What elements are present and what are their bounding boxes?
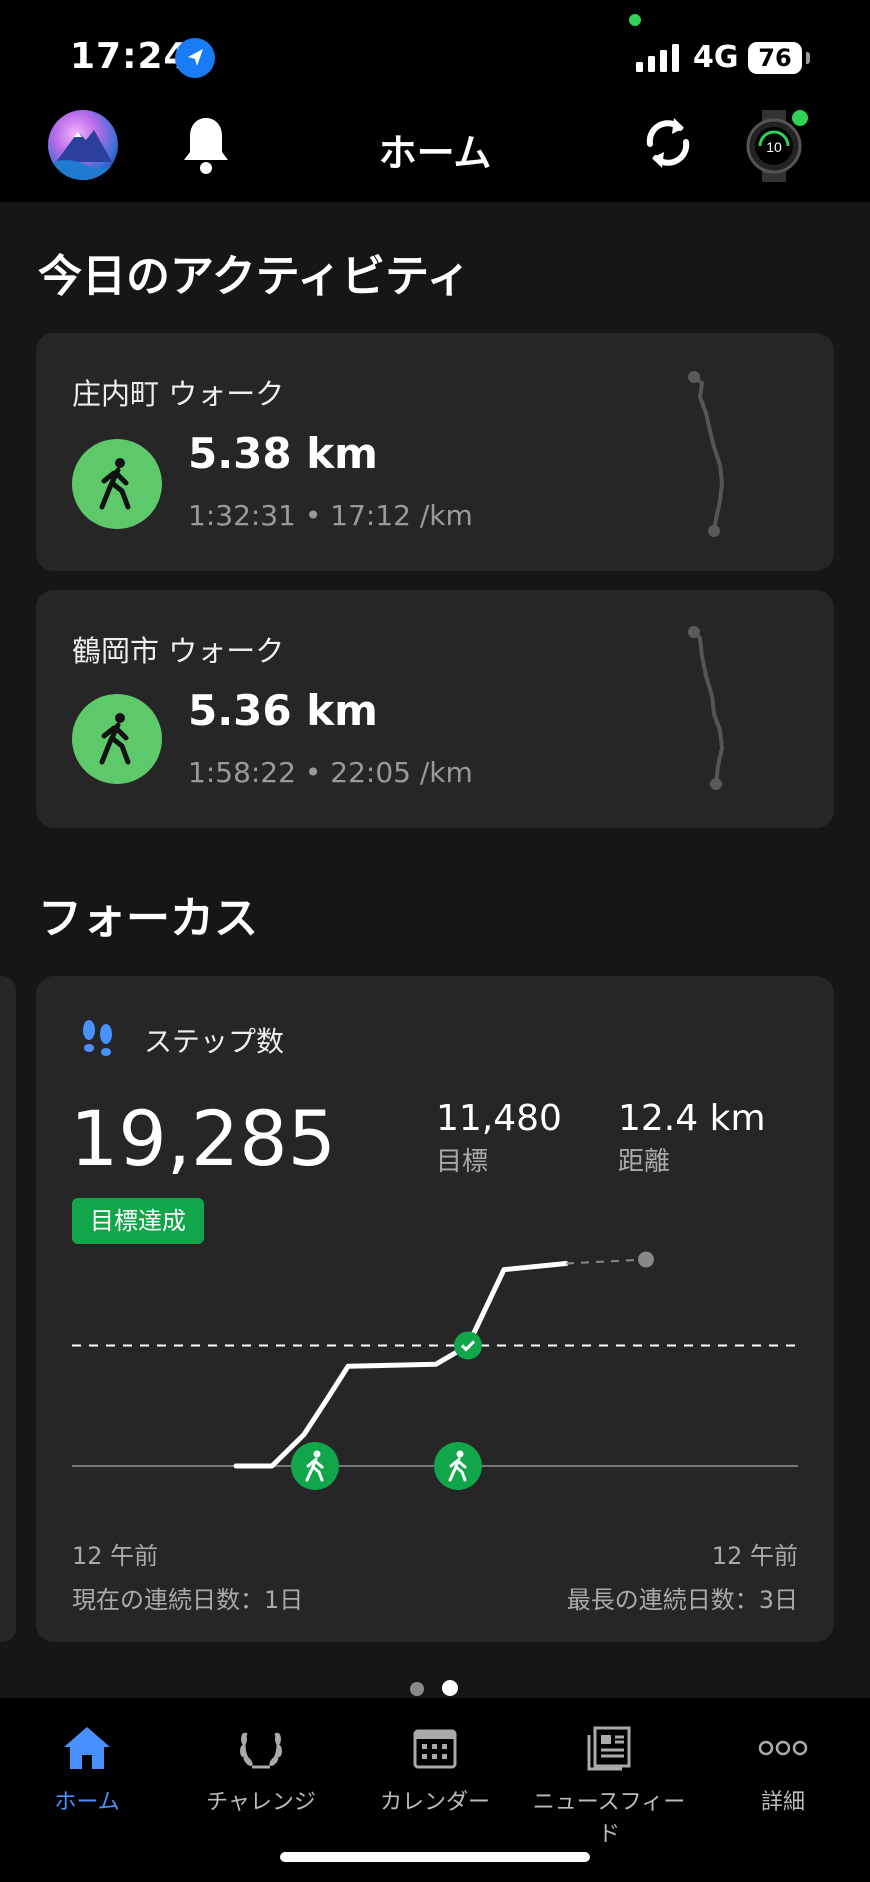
section-title-focus: フォーカス (38, 893, 258, 944)
watch-connected-indicator (792, 110, 808, 126)
tab-challenges[interactable]: チャレンジ (174, 1718, 348, 1816)
activity-marker-walk (434, 1442, 482, 1490)
x-axis-start-label: 12 午前 (72, 1542, 159, 1570)
activity-meta: 1:32:31 • 17:12 /km (188, 499, 473, 532)
location-arrow-icon (175, 38, 215, 78)
projection-line (565, 1258, 647, 1265)
activity-card-2[interactable]: 鶴岡市 ウォーク 5.36 km 1:58:22 • 22:05 /km (36, 590, 834, 828)
tab-label: ホーム (54, 1790, 120, 1815)
section-title-today: 今日のアクティビティ (38, 251, 471, 302)
battery-cap (806, 52, 810, 64)
steps-card[interactable]: ステップ数 19,285 11,480 目標 12.4 km 距離 目標達成 1… (36, 976, 834, 1642)
signal-icon (636, 44, 679, 72)
activity-card-1[interactable]: 庄内町 ウォーク 5.38 km 1:32:31 • 17:12 /km (36, 333, 834, 571)
home-indicator (280, 1852, 590, 1862)
activity-distance: 5.36 km (188, 686, 378, 735)
watch-face-value: 10 (766, 139, 782, 155)
distance-value: 12.4 km (618, 1098, 766, 1139)
goal-value: 11,480 (436, 1098, 562, 1139)
app-header: ホーム 10 (0, 100, 870, 202)
tab-label: 詳細 (760, 1790, 805, 1815)
distance-label: 距離 (618, 1147, 671, 1177)
battery-icon: 76 (748, 42, 802, 74)
home-icon (64, 1727, 110, 1769)
privacy-indicator (629, 14, 641, 26)
route-map-thumbnail (688, 371, 724, 537)
tab-label: ニュースフィード (532, 1790, 686, 1847)
page-dot-2[interactable] (442, 1680, 458, 1696)
steps-label: ステップ数 (144, 1025, 285, 1058)
steps-value: 19,285 (70, 1094, 336, 1183)
steps-series-line (233, 1261, 569, 1469)
laurel-icon (240, 1732, 282, 1769)
x-axis-end-label: 12 午前 (711, 1542, 798, 1570)
steps-chart (72, 1251, 798, 1490)
activity-distance: 5.38 km (188, 429, 378, 478)
activity-marker-walk (291, 1442, 339, 1490)
goal-label: 目標 (436, 1147, 489, 1177)
previous-card-peek[interactable] (0, 976, 16, 1642)
walking-icon (72, 439, 162, 529)
route-map-thumbnail (688, 626, 724, 790)
page-indicator[interactable] (410, 1680, 476, 1700)
tab-label: チャレンジ (206, 1790, 316, 1815)
status-bar: 17:24 4G 76 (0, 0, 870, 100)
tab-home[interactable]: ホーム (0, 1718, 174, 1816)
more-icon (758, 1740, 808, 1756)
tab-label: カレンダー (379, 1790, 490, 1815)
tab-more[interactable]: 詳細 (696, 1718, 870, 1816)
status-time: 17:24 (70, 36, 190, 77)
current-streak: 現在の連続日数：1日 (72, 1586, 304, 1614)
longest-streak: 最長の連続日数：3日 (566, 1586, 798, 1614)
network-type: 4G (693, 40, 739, 75)
page-dot-1[interactable] (410, 1682, 424, 1696)
calendar-icon (413, 1729, 457, 1769)
tab-calendar[interactable]: カレンダー (348, 1718, 522, 1816)
activity-title: 庄内町 ウォーク (72, 377, 285, 411)
tab-newsfeed[interactable]: ニュースフィード (522, 1718, 696, 1848)
projection-end-point (638, 1251, 654, 1268)
goal-reached-marker (454, 1331, 482, 1360)
page-title: ホーム (378, 131, 492, 175)
activity-meta: 1:58:22 • 22:05 /km (188, 756, 473, 789)
activity-title: 鶴岡市 ウォーク (72, 634, 285, 668)
footprints-icon (83, 1020, 112, 1056)
walking-icon (72, 694, 162, 784)
sync-icon[interactable] (638, 108, 698, 178)
newsfeed-icon (587, 1726, 631, 1771)
